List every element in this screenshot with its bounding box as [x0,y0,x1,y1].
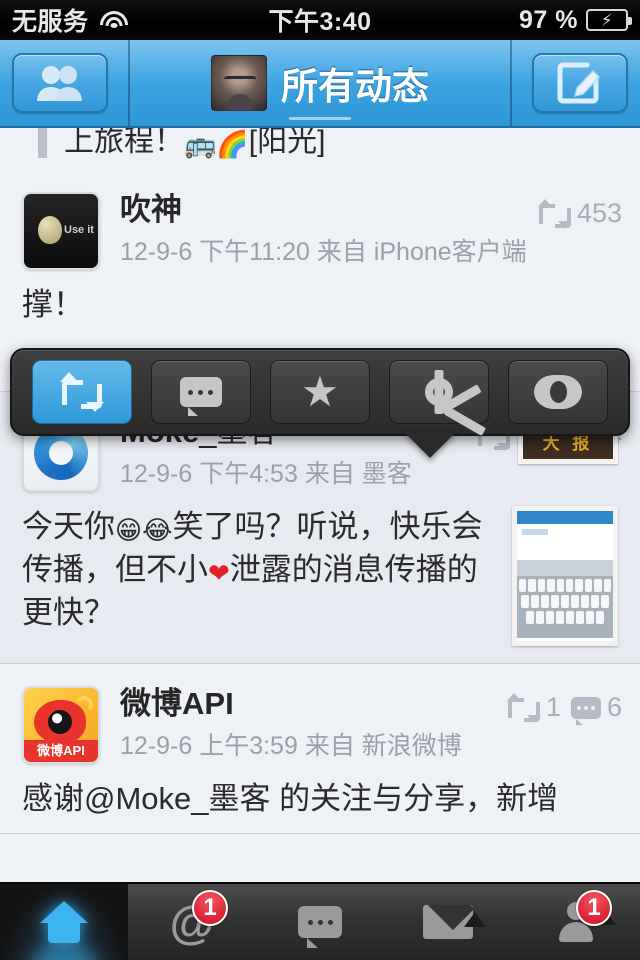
post-body: 今天你😁😂笑了吗？听说，快乐会传播，但不小❤泄露的消息传播的更快？ [0,492,640,646]
popup-favorite-button[interactable]: ★ [269,360,370,424]
post-emoji-1: 😁😂 [115,515,173,545]
brain-glyph [38,216,62,244]
screenshot-keyboard-thumbnail[interactable] [512,506,618,646]
retweet-icon [506,692,541,723]
comment-count-label: 6 [606,692,622,722]
status-bar: 无服务 下午3:40 97 % ⚡ [0,0,640,40]
eye-icon [534,375,583,409]
avatar-caption: Use it [64,224,94,236]
post-username[interactable]: 吹神 [120,192,539,229]
action-popup[interactable]: ★ [10,348,630,436]
status-badge: 1 [576,890,612,926]
tab-bar: @ 1 1 [0,882,640,960]
weibo-eye-glyph [34,700,86,744]
comment-icon [298,906,342,948]
post-body: 撑！ [0,270,640,327]
clipped-text-main: 上旅程！ [64,128,184,158]
post-text-part1: 今天你 [22,509,115,544]
popup-retweet-button[interactable] [31,360,132,424]
clipped-tag: [阳光] [248,128,326,158]
popup-view-button[interactable] [508,360,609,424]
two-people-icon [37,66,82,101]
popup-more-button[interactable] [389,360,490,436]
clipped-emoji: 🚌🌈 [184,129,249,159]
battery-percent-label: 97 % [519,5,578,34]
title-underline [289,117,351,120]
tab-profile[interactable]: 1 [512,884,640,960]
brain-use-it-avatar[interactable]: Use it [22,192,100,270]
post-timestamp: 12-9-6 下午4:53 来自 墨客 [120,459,412,488]
tab-home[interactable] [0,884,128,960]
post-text: 感谢@Moke_墨客 的关注与分享，新增 [22,781,559,816]
post-body: 感谢@Moke_墨客 的关注与分享，新增 [0,764,640,821]
star-icon: ★ [301,368,339,415]
gear-icon [419,370,487,436]
status-bar-right: 97 % ⚡ [519,5,632,35]
weibo-app-screen: 无服务 下午3:40 97 % ⚡ 所有动态 上旅程！🚌🌈[阳光] Use it… [0,0,640,960]
post-meta: 吹神 12-9-6 下午11:20 来自 iPhone客户端 [100,192,539,267]
nav-title-group: 所有动态 [120,55,520,111]
popup-comment-button[interactable] [150,360,251,424]
popup-arrow [404,432,456,458]
post-header: Use it 吹神 12-9-6 下午11:20 来自 iPhone客户端 45… [0,170,640,270]
retweet-icon [59,372,104,412]
avatar-caption: 微博API [24,740,98,762]
post-text: 撑！ [22,287,84,322]
comment-count-group[interactable]: 6 [570,692,622,725]
post-header: 微博API 微博API 12-9-6 上午3:59 来自 新浪微博 1 6 [0,664,640,764]
post-meta: 微博API 12-9-6 上午3:59 来自 新浪微博 [100,686,508,761]
post-timestamp: 12-9-6 下午11:20 来自 iPhone客户端 [120,237,527,266]
post-counts: 453 [537,192,622,229]
post-text: 今天你😁😂笑了吗？听说，快乐会传播，但不小❤泄露的消息传播的更快？ [22,506,496,635]
clipped-post-top[interactable]: 上旅程！🚌🌈[阳光] [0,128,640,170]
post-counts: 1 6 [506,686,622,725]
post-item[interactable]: 微博API 微博API 12-9-6 上午3:59 来自 新浪微博 1 6 感谢… [0,664,640,834]
clipped-post-text: 上旅程！🚌🌈[阳光] [64,128,325,160]
page-title: 所有动态 [281,66,429,107]
retweet-count-group[interactable]: 453 [537,198,622,229]
feed-list[interactable]: 上旅程！🚌🌈[阳光] Use it 吹神 12-9-6 下午11:20 来自 i… [0,128,640,882]
nav-bar: 所有动态 [0,40,640,128]
status-badge: 1 [192,890,228,926]
post-username[interactable]: 微博API [120,686,508,723]
compose-button[interactable] [532,53,628,113]
retweet-icon [537,198,572,229]
post-timestamp: 12-9-6 上午3:59 来自 新浪微博 [120,731,462,760]
home-icon [40,901,88,943]
compose-pencil-icon [557,62,601,104]
comment-icon [179,377,222,416]
friends-button[interactable] [12,53,108,113]
retweet-count-group[interactable]: 1 [506,692,561,723]
comment-icon [570,696,601,725]
account-avatar[interactable] [211,55,267,111]
tab-comments[interactable] [256,884,384,960]
tab-messages[interactable] [384,884,512,960]
tab-mentions[interactable]: @ 1 [128,884,256,960]
triangle-indicator-icon [464,912,486,927]
battery-charging-icon: ⚡ [586,9,632,31]
retweet-count-label: 1 [545,692,561,722]
post-emoji-heart: ❤ [208,557,230,588]
weibo-api-avatar[interactable]: 微博API [22,686,100,764]
retweet-count-label: 453 [576,198,622,228]
quote-bar [38,128,47,158]
